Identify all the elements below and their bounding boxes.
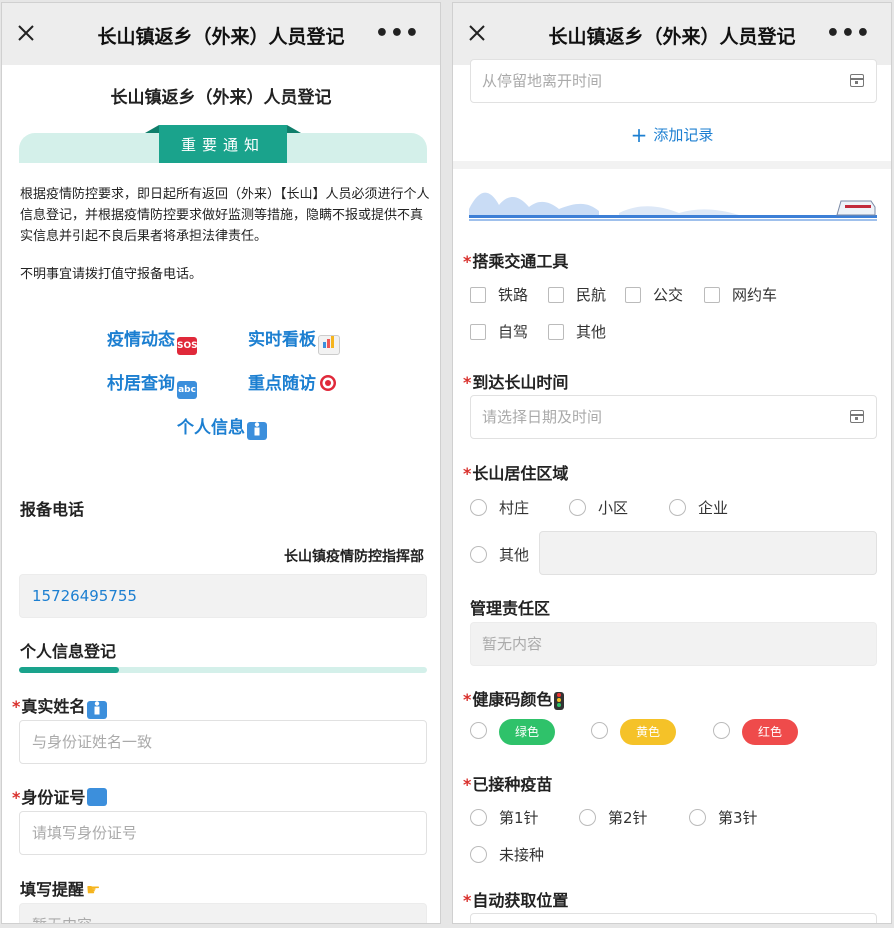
area-other-input[interactable] — [539, 531, 877, 575]
arrive-label: *到达长山时间 — [463, 373, 569, 392]
radio[interactable] — [669, 499, 686, 516]
id-label: *身份证号 — [12, 784, 108, 808]
section-progress — [19, 667, 427, 673]
notice-tab: 重要通知 — [145, 125, 301, 163]
link-followup[interactable]: 重点随访 — [248, 369, 338, 394]
sos-icon: SOS — [177, 337, 198, 355]
location-label: *自动获取位置 — [463, 891, 569, 910]
person-icon — [247, 422, 267, 440]
link-realtime[interactable]: 实时看板 — [248, 325, 340, 355]
radio[interactable] — [713, 722, 730, 739]
link-epidemic-label: 疫情动态 — [107, 330, 175, 350]
bar-chart-icon — [318, 335, 340, 355]
name-input[interactable]: 与身份证姓名一致 — [19, 720, 427, 764]
top-bar: 长山镇返乡（外来）人员登记 ••• — [453, 3, 891, 65]
area-option-other[interactable]: 其他 — [470, 544, 529, 565]
notice-paragraph: 根据疫情防控要求，即日起所有返回（外来）【长山】人员必须进行个人信息登记，并根据… — [20, 187, 430, 244]
area-label: *长山居住区域 — [463, 464, 569, 483]
reminder-field: 暂无内容 — [19, 903, 427, 923]
top-bar: 长山镇返乡（外来）人员登记 ••• — [2, 3, 440, 65]
vaccine-label: *已接种疫苗 — [463, 775, 553, 794]
person-icon — [87, 701, 108, 719]
phone-field[interactable]: 15726495755 — [19, 574, 427, 618]
divider — [453, 161, 891, 169]
checkbox[interactable] — [470, 324, 486, 340]
traffic-light-icon — [554, 692, 565, 710]
location-field[interactable] — [470, 913, 877, 923]
left-screen: 长山镇返乡（外来）人员登记 ••• 长山镇返乡（外来）人员登记 重要通知 根据疫… — [1, 2, 441, 924]
id-card-icon — [87, 788, 108, 806]
mgmt-field: 暂无内容 — [470, 622, 877, 666]
arrive-time-input[interactable]: 请选择日期及时间 — [470, 395, 877, 439]
health-option-red[interactable]: 红色 — [713, 719, 798, 745]
report-phone-label: 报备电话 — [20, 500, 85, 519]
health-option-yellow[interactable]: 黄色 — [591, 719, 676, 745]
vaccine-option-none[interactable]: 未接种 — [470, 844, 544, 865]
leave-time-input[interactable]: 从停留地离开时间 — [470, 59, 877, 103]
link-village[interactable]: 村居查询 abc — [107, 369, 197, 399]
pointing-hand-icon: ☛ — [86, 880, 101, 899]
section-title: 个人信息登记 — [20, 642, 117, 661]
checkbox[interactable] — [704, 287, 720, 303]
vaccine-option-3[interactable]: 第3针 — [689, 807, 758, 828]
transport-option-other[interactable]: 其他 — [548, 321, 606, 342]
link-realtime-label: 实时看板 — [248, 330, 316, 350]
more-icon[interactable]: ••• — [375, 23, 420, 45]
plus-icon: + — [630, 123, 648, 147]
radio[interactable] — [569, 499, 586, 516]
form-title: 长山镇返乡（外来）人员登记 — [110, 88, 332, 108]
link-village-label: 村居查询 — [107, 374, 175, 394]
radio[interactable] — [470, 722, 487, 739]
notice-hotline-text: 不明事宜请拨打值守报备电话。 — [20, 267, 203, 282]
checkbox[interactable] — [548, 287, 564, 303]
health-label: *健康码颜色 — [463, 686, 565, 710]
transport-option-selfdrive[interactable]: 自驾 — [470, 321, 528, 342]
transport-label: *搭乘交通工具 — [463, 252, 569, 271]
reminder-label: 填写提醒 ☛ — [20, 880, 101, 899]
transport-option-rail[interactable]: 铁路 — [470, 284, 528, 305]
link-epidemic[interactable]: 疫情动态 SOS — [107, 325, 198, 355]
more-icon[interactable]: ••• — [826, 23, 871, 45]
radio[interactable] — [470, 499, 487, 516]
id-input[interactable]: 请填写身份证号 — [19, 811, 427, 855]
checkbox[interactable] — [548, 324, 564, 340]
radio[interactable] — [591, 722, 608, 739]
hq-name: 长山镇疫情防控指挥部 — [284, 549, 424, 565]
transport-option-air[interactable]: 民航 — [548, 284, 606, 305]
vaccine-option-1[interactable]: 第1针 — [470, 807, 539, 828]
radio[interactable] — [689, 809, 706, 826]
name-label: *真实姓名 — [12, 693, 108, 719]
abc-icon: abc — [177, 381, 197, 399]
radio[interactable] — [470, 809, 487, 826]
checkbox[interactable] — [625, 287, 641, 303]
area-option-village[interactable]: 村庄 — [470, 497, 529, 518]
mgmt-label: 管理责任区 — [470, 599, 551, 618]
transport-option-bus[interactable]: 公交 — [625, 284, 683, 305]
radio[interactable] — [470, 546, 487, 563]
train-banner-image — [469, 192, 877, 221]
calendar-icon — [850, 410, 864, 423]
vaccine-option-2[interactable]: 第2针 — [579, 807, 648, 828]
link-personal-label: 个人信息 — [177, 418, 245, 438]
link-personal[interactable]: 个人信息 — [177, 413, 267, 440]
link-followup-label: 重点随访 — [248, 374, 316, 394]
area-option-community[interactable]: 小区 — [569, 497, 628, 518]
checkbox[interactable] — [470, 287, 486, 303]
area-option-enterprise[interactable]: 企业 — [669, 497, 728, 518]
health-option-green[interactable]: 绿色 — [470, 719, 555, 745]
radio[interactable] — [579, 809, 596, 826]
radio[interactable] — [470, 846, 487, 863]
target-icon — [318, 374, 338, 392]
add-record-button[interactable]: + 添加记录 — [453, 123, 891, 147]
transport-option-ridehail[interactable]: 网约车 — [704, 284, 777, 305]
calendar-icon — [850, 74, 864, 87]
right-screen: 长山镇返乡（外来）人员登记 ••• 从停留地离开时间 + 添加记录 *搭乘交通工具… — [452, 2, 892, 924]
